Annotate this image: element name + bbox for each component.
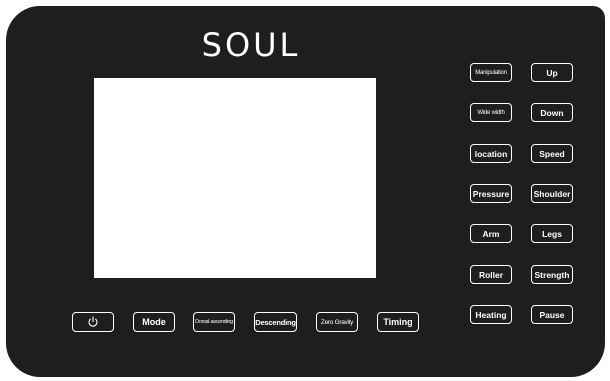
pause-button[interactable]: Pause	[531, 305, 573, 324]
location-button[interactable]: location	[470, 144, 512, 163]
roller-button[interactable]: Roller	[470, 265, 512, 284]
wide-width-button[interactable]: Wide width	[470, 103, 512, 122]
up-button[interactable]: Up	[531, 63, 573, 82]
shoulder-button[interactable]: Shoulder	[531, 184, 573, 203]
power-button[interactable]	[72, 312, 114, 332]
brand-name: SOUL	[201, 26, 301, 64]
heating-button[interactable]: Heating	[470, 305, 512, 324]
descending-button[interactable]: Descending	[254, 312, 297, 332]
brand-logo: SOUL	[0, 26, 610, 64]
speed-button[interactable]: Speed	[531, 144, 573, 163]
power-icon	[88, 316, 98, 327]
timing-button[interactable]: Timing	[377, 312, 419, 332]
strength-button[interactable]: Strength	[531, 265, 573, 284]
dorsal-ascending-button[interactable]: Dorsal ascending	[193, 312, 235, 332]
pressure-button[interactable]: Pressure	[470, 184, 512, 203]
mode-button[interactable]: Mode	[133, 312, 175, 332]
arm-button[interactable]: Arm	[470, 224, 512, 243]
display-screen	[94, 78, 376, 278]
down-button[interactable]: Down	[531, 103, 573, 122]
manipulation-button[interactable]: Manipulation	[470, 63, 512, 82]
zero-gravity-button[interactable]: Zero Gravity	[316, 312, 358, 332]
legs-button[interactable]: Legs	[531, 224, 573, 243]
